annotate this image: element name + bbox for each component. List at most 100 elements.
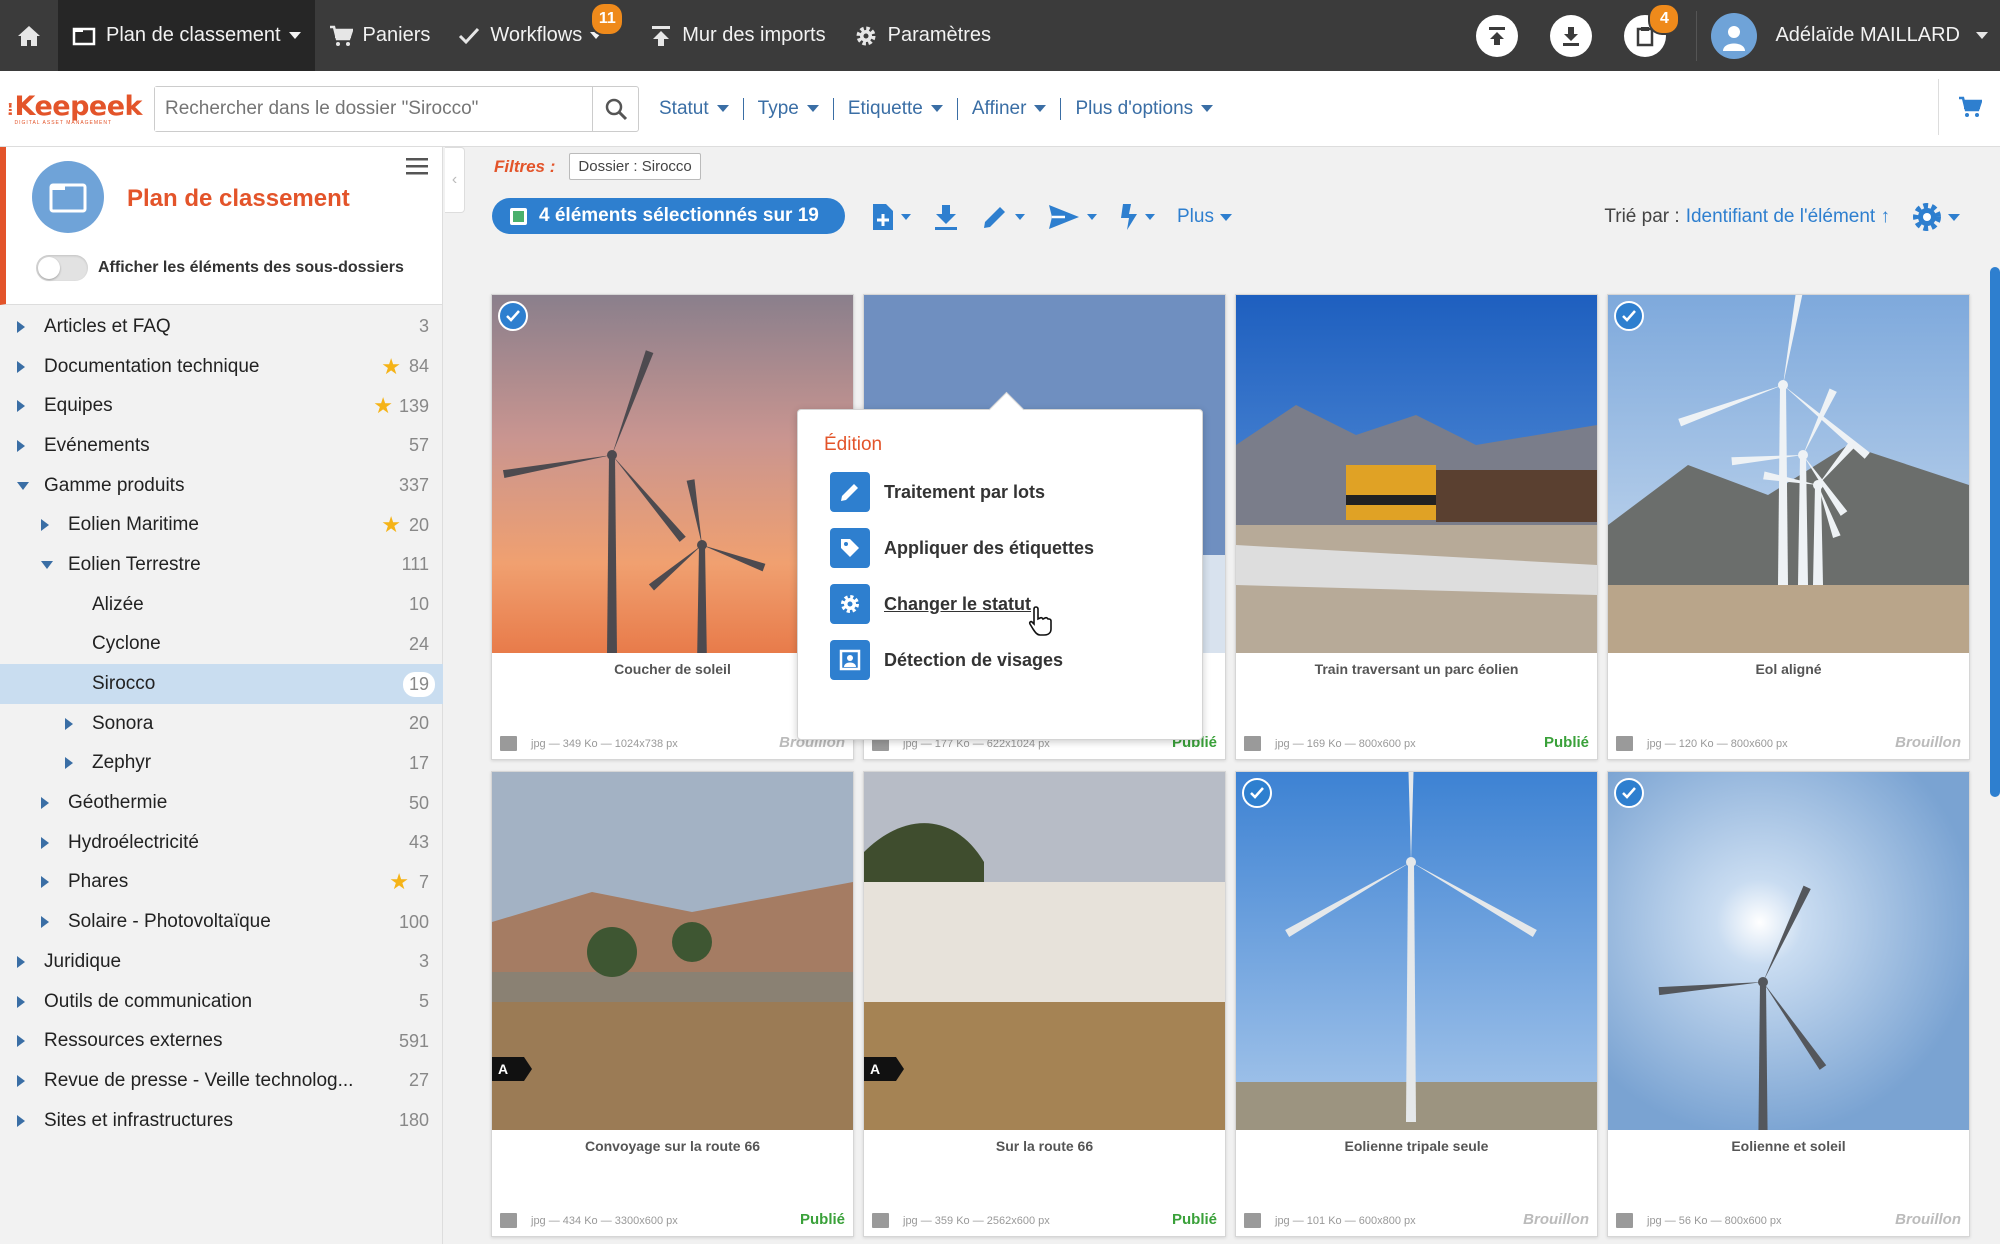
filter-etiquette[interactable]: Etiquette: [834, 97, 958, 120]
asset-thumbnail[interactable]: [492, 772, 853, 1130]
caret-right-icon[interactable]: [41, 876, 49, 889]
tree-item-documentation-technique[interactable]: Documentation technique ★ 84: [0, 347, 443, 387]
selected-check-icon[interactable]: [498, 301, 528, 331]
scrollbar[interactable]: [1990, 267, 2000, 797]
caret-right-icon[interactable]: [17, 360, 25, 373]
asset-card[interactable]: Train traversant un parc éolien jpg — 169…: [1235, 294, 1598, 760]
cart-button[interactable]: [1938, 79, 2000, 135]
edit-menu-button[interactable]: [981, 203, 1025, 231]
favorite-star-icon[interactable]: ★: [381, 512, 401, 538]
menu-item-batch-processing[interactable]: Traitement par lots: [830, 472, 1045, 512]
tree-item-outils-de-communication[interactable]: Outils de communication 5: [0, 982, 443, 1022]
tree-item-ressources-externes[interactable]: Ressources externes 591: [0, 1021, 443, 1061]
selection-pill[interactable]: 4 éléments sélectionnés sur 19: [492, 198, 845, 234]
tree-item-eolien-terrestre[interactable]: Eolien Terrestre 111: [0, 545, 443, 585]
asset-card[interactable]: A Convoyage sur la route 66 jpg — 434 Ko —…: [491, 771, 854, 1237]
favorite-star-icon[interactable]: ★: [373, 393, 393, 419]
nav-parametres[interactable]: Paramètres: [840, 0, 1005, 71]
favorite-star-icon[interactable]: ★: [389, 869, 409, 895]
quick-action-button[interactable]: [1119, 202, 1155, 232]
asset-thumbnail[interactable]: [1236, 772, 1597, 1130]
filter-plus-options[interactable]: Plus d'options: [1061, 98, 1227, 120]
basket-button[interactable]: 4: [1624, 4, 1679, 57]
asset-thumbnail[interactable]: [1608, 295, 1969, 653]
user-menu[interactable]: Adélaïde MAILLARD: [1711, 12, 2000, 59]
caret-down-icon[interactable]: [41, 560, 53, 569]
tree-item-eolien-maritime[interactable]: Eolien Maritime ★ 20: [0, 505, 443, 545]
filter-chip[interactable]: Dossier : Sirocco: [569, 153, 701, 180]
sort-value[interactable]: Identifiant de l'élément ↑: [1686, 206, 1890, 228]
search-input[interactable]: [155, 86, 592, 131]
nav-mur-des-imports[interactable]: Mur des imports: [636, 0, 839, 71]
upload-button[interactable]: [1476, 14, 1519, 57]
nav-plan-de-classement[interactable]: Plan de classement: [58, 0, 315, 71]
search-button[interactable]: [592, 86, 638, 131]
tree-item-articles-et-faq[interactable]: Articles et FAQ 3: [0, 307, 443, 347]
menu-item-face-detection[interactable]: Détection de visages: [830, 640, 1063, 680]
asset-thumbnail[interactable]: [1608, 772, 1969, 1130]
asset-card[interactable]: Eolienne et soleil jpg — 56 Ko — 800x600 …: [1607, 771, 1970, 1237]
caret-right-icon[interactable]: [17, 439, 25, 452]
caret-down-icon[interactable]: [17, 481, 29, 490]
menu-item-change-status[interactable]: Changer le statut: [830, 584, 1031, 624]
nav-workflows[interactable]: Workflows 11: [444, 0, 623, 71]
caret-right-icon[interactable]: [65, 717, 73, 730]
tree-item-sonora[interactable]: Sonora 20: [0, 704, 443, 744]
favorite-star-icon[interactable]: ★: [381, 354, 401, 380]
asset-thumbnail[interactable]: [1236, 295, 1597, 653]
selected-check-icon[interactable]: [1614, 778, 1644, 808]
caret-right-icon[interactable]: [41, 916, 49, 929]
caret-right-icon[interactable]: [17, 400, 25, 413]
tree-item-solaire-photovolta-que[interactable]: Solaire - Photovoltaïque 100: [0, 902, 443, 942]
tree-item-equipes[interactable]: Equipes ★ 139: [0, 386, 443, 426]
display-settings-button[interactable]: [1910, 200, 1960, 234]
tree-item-aliz-e[interactable]: Alizée 10: [0, 585, 443, 625]
caret-right-icon[interactable]: [41, 836, 49, 849]
caret-right-icon[interactable]: [17, 1114, 25, 1127]
asset-card[interactable]: Eolienne tripale seule jpg — 101 Ko — 600…: [1235, 771, 1598, 1237]
tree-item-gamme-produits[interactable]: Gamme produits 337: [0, 466, 443, 506]
caret-right-icon[interactable]: [41, 797, 49, 810]
filter-affiner[interactable]: Affiner: [958, 97, 1062, 120]
asset-card[interactable]: A Sur la route 66 jpg — 359 Ko — 2562x600 …: [863, 771, 1226, 1237]
selected-check-icon[interactable]: [1242, 778, 1272, 808]
caret-right-icon[interactable]: [17, 1035, 25, 1048]
more-actions-button[interactable]: Plus: [1177, 206, 1232, 228]
filter-statut[interactable]: Statut: [645, 97, 744, 120]
tree-item-sirocco[interactable]: Sirocco 19: [0, 664, 443, 704]
tree-item-g-othermie[interactable]: Géothermie 50: [0, 783, 443, 823]
caret-right-icon[interactable]: [41, 519, 49, 532]
tree-item-sites-et-infrastructures[interactable]: Sites et infrastructures 180: [0, 1101, 443, 1141]
asset-card[interactable]: Eol aligné jpg — 120 Ko — 800x600 px Broui…: [1607, 294, 1970, 760]
tree-item-revue-de-presse-veille-technolog[interactable]: Revue de presse - Veille technolog... 27: [0, 1061, 443, 1101]
subfolders-toggle[interactable]: [36, 255, 88, 281]
caret-right-icon[interactable]: [17, 1074, 25, 1087]
tree-item-ev-nements[interactable]: Evénements 57: [0, 426, 443, 466]
home-button[interactable]: [0, 0, 58, 71]
tree-item-juridique[interactable]: Juridique 3: [0, 942, 443, 982]
share-button[interactable]: [1047, 203, 1097, 231]
download-selection-button[interactable]: [933, 203, 959, 231]
nav-paniers[interactable]: Paniers: [315, 0, 445, 71]
add-to-basket-button[interactable]: [871, 202, 911, 232]
tree-item-hydro-lectricit[interactable]: Hydroélectricité 43: [0, 823, 443, 863]
keepeek-logo[interactable]: Keepeek DIGITAL ASSET MANAGEMENT: [0, 71, 143, 147]
tree-item-zephyr[interactable]: Zephyr 17: [0, 744, 443, 784]
menu-item-apply-tags[interactable]: Appliquer des étiquettes: [830, 528, 1094, 568]
item-count: 27: [408, 1070, 429, 1091]
pencil-icon: [984, 207, 1005, 228]
caret-right-icon[interactable]: [17, 320, 25, 333]
tree-item-phares[interactable]: Phares ★ 7: [0, 863, 443, 903]
asset-thumbnail[interactable]: [864, 772, 1225, 1130]
caret-right-icon[interactable]: [65, 757, 73, 770]
asset-meta: jpg — 359 Ko — 2562x600 px: [872, 1213, 1050, 1228]
download-button[interactable]: [1550, 14, 1593, 57]
sidebar-menu-button[interactable]: [406, 157, 428, 175]
tree-item-cyclone[interactable]: Cyclone 24: [0, 625, 443, 665]
caret-right-icon[interactable]: [17, 955, 25, 968]
collapse-sidebar-button[interactable]: ‹: [445, 147, 465, 213]
caret-right-icon[interactable]: [17, 995, 25, 1008]
selected-check-icon[interactable]: [1614, 301, 1644, 331]
filter-type[interactable]: Type: [744, 97, 834, 120]
chevron-down-icon: [1015, 214, 1025, 220]
